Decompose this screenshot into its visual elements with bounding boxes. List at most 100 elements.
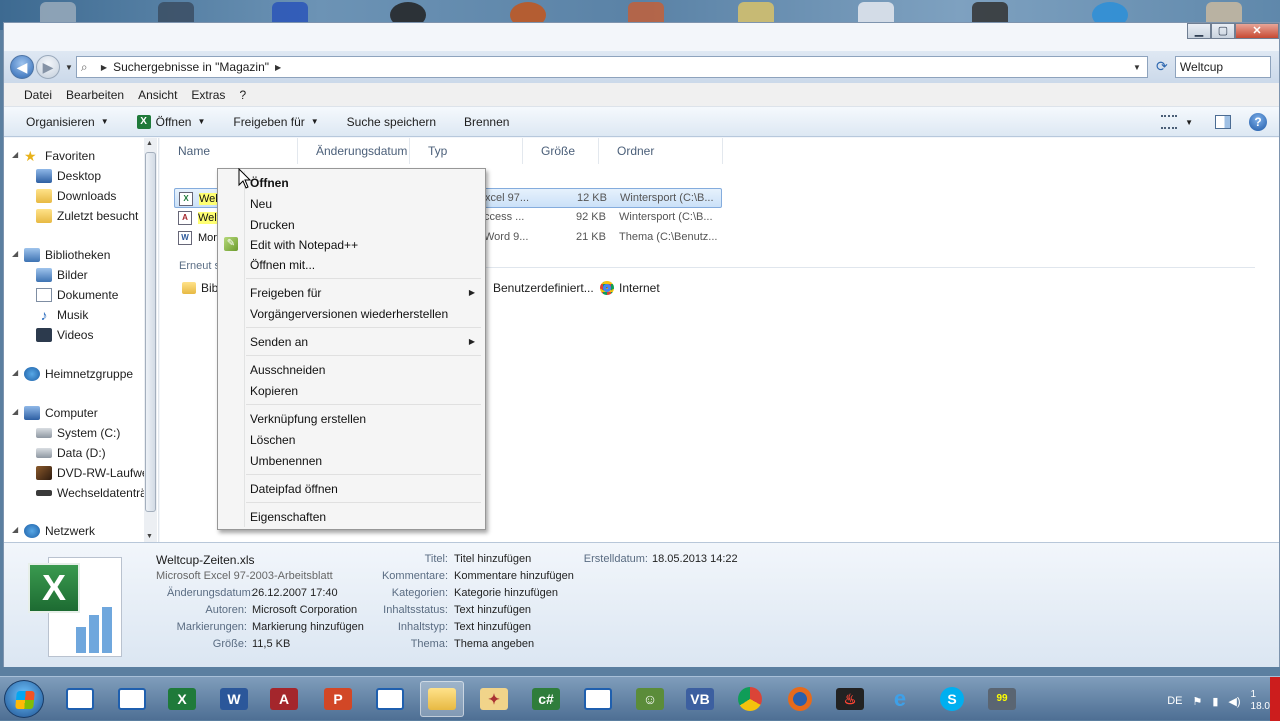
menu-file[interactable]: Datei <box>24 88 52 102</box>
ctx-open-with[interactable]: Öffnen mit... <box>250 258 315 272</box>
network-tray-icon[interactable]: ▮ <box>1212 695 1218 708</box>
taskbar-access[interactable]: A <box>262 681 306 717</box>
taskbar-app[interactable]: 99 <box>980 681 1024 717</box>
help-icon[interactable]: ? <box>1249 113 1267 131</box>
collapse-triangle-icon[interactable]: ◢ <box>12 525 18 534</box>
nav-pictures[interactable]: Bilder <box>36 268 146 282</box>
volume-icon[interactable]: ◀) <box>1228 695 1240 708</box>
details-authors[interactable]: Microsoft Corporation <box>252 604 357 616</box>
chevron-down-icon[interactable]: ▼ <box>1185 118 1193 127</box>
breadcrumb-chevron-icon[interactable]: ▶ <box>275 63 281 72</box>
language-indicator[interactable]: DE <box>1167 695 1182 707</box>
menu-view[interactable]: Ansicht <box>138 88 177 102</box>
taskbar-excel[interactable]: X <box>160 681 204 717</box>
show-desktop-button[interactable] <box>1270 677 1280 721</box>
scroll-up-icon[interactable]: ▲ <box>146 140 153 147</box>
taskbar-skype[interactable]: S <box>930 681 974 717</box>
clock[interactable]: 1 18.0 <box>1251 689 1270 713</box>
ctx-create-shortcut[interactable]: Verknüpfung erstellen <box>250 412 366 426</box>
ctx-new[interactable]: Neu <box>250 197 272 211</box>
scroll-thumb[interactable] <box>145 152 156 512</box>
scroll-down-icon[interactable]: ▼ <box>146 533 153 540</box>
ctx-properties[interactable]: Eigenschaften <box>250 510 326 524</box>
breadcrumb-chevron-icon[interactable]: ▶ <box>101 63 107 72</box>
taskbar-app[interactable]: VB <box>678 681 722 717</box>
nav-desktop[interactable]: Desktop <box>36 169 146 183</box>
ctx-open[interactable]: Öffnen <box>250 176 289 190</box>
taskbar-powerpoint[interactable]: P <box>316 681 360 717</box>
nav-computer[interactable]: Computer <box>24 406 134 420</box>
taskbar-chrome[interactable] <box>728 681 772 717</box>
open-button[interactable]: X Öffnen ▼ <box>136 114 205 129</box>
forward-button[interactable]: ▶ <box>36 55 60 79</box>
address-bar[interactable]: ⌕ ▶ Suchergebnisse in "Magazin" ▶ ▼ <box>75 56 1148 78</box>
nav-system-drive[interactable]: System (C:) <box>36 426 146 440</box>
taskbar-word[interactable]: W <box>212 681 256 717</box>
collapse-triangle-icon[interactable]: ◢ <box>12 150 18 159</box>
breadcrumb-path[interactable]: Suchergebnisse in "Magazin" <box>113 60 269 74</box>
nav-videos[interactable]: Videos <box>36 328 146 342</box>
collapse-triangle-icon[interactable]: ◢ <box>12 249 18 258</box>
nav-recent[interactable]: Zuletzt besucht <box>36 209 146 223</box>
nav-dvd-drive[interactable]: DVD-RW-Laufwe <box>36 466 146 480</box>
ctx-share[interactable]: Freigeben für <box>250 286 321 300</box>
collapse-triangle-icon[interactable]: ◢ <box>12 368 18 377</box>
taskbar-firefox[interactable] <box>778 681 822 717</box>
details-comments[interactable]: Kommentare hinzufügen <box>454 570 574 582</box>
ctx-edit-notepad[interactable]: Edit with Notepad++ <box>250 238 358 252</box>
preview-pane-icon[interactable] <box>1215 115 1231 129</box>
search-again-libraries[interactable]: Bibl <box>182 281 221 295</box>
taskbar-window[interactable] <box>368 681 412 717</box>
nav-documents[interactable]: Dokumente <box>36 288 146 302</box>
column-modified[interactable]: Änderungsdatum <box>298 138 410 164</box>
ctx-cut[interactable]: Ausschneiden <box>250 363 325 377</box>
details-categories[interactable]: Kategorie hinzufügen <box>454 587 558 599</box>
column-size[interactable]: Größe <box>523 138 599 164</box>
ctx-rename[interactable]: Umbenennen <box>250 454 322 468</box>
nav-removable-drive[interactable]: Wechseldatenträ <box>36 486 146 500</box>
details-theme[interactable]: Thema angeben <box>454 638 534 650</box>
collapse-triangle-icon[interactable]: ◢ <box>12 407 18 416</box>
taskbar-app[interactable]: c# <box>524 681 568 717</box>
nav-downloads[interactable]: Downloads <box>36 189 146 203</box>
organize-button[interactable]: Organisieren ▼ <box>26 115 109 129</box>
taskbar-window[interactable] <box>110 681 154 717</box>
details-content-type[interactable]: Text hinzufügen <box>454 621 531 633</box>
taskbar-window[interactable] <box>576 681 620 717</box>
taskbar-ie[interactable]: e <box>878 681 922 717</box>
nav-favorites[interactable]: ★ Favoriten <box>24 149 134 163</box>
nav-music[interactable]: ♪ Musik <box>36 308 146 322</box>
history-dropdown-icon[interactable]: ▼ <box>65 63 73 72</box>
ctx-delete[interactable]: Löschen <box>250 433 295 447</box>
nav-scrollbar[interactable]: ▲ ▼ <box>144 138 157 542</box>
taskbar-app[interactable]: ♨ <box>828 681 872 717</box>
search-again-internet[interactable]: Internet <box>600 281 660 295</box>
refresh-icon[interactable]: ⟳ <box>1151 56 1173 78</box>
close-button[interactable]: ✕ <box>1235 23 1279 39</box>
taskbar-app[interactable]: ✦ <box>472 681 516 717</box>
ctx-restore-versions[interactable]: Vorgängerversionen wiederherstellen <box>250 307 448 321</box>
nav-data-drive[interactable]: Data (D:) <box>36 446 146 460</box>
share-button[interactable]: Freigeben für ▼ <box>233 115 318 129</box>
column-type[interactable]: Typ <box>410 138 523 164</box>
column-name[interactable]: Name <box>160 138 298 164</box>
nav-homegroup[interactable]: Heimnetzgruppe <box>24 367 134 381</box>
menu-edit[interactable]: Bearbeiten <box>66 88 124 102</box>
address-dropdown-icon[interactable]: ▼ <box>1133 63 1141 72</box>
search-input[interactable]: Weltcup <box>1174 56 1271 78</box>
ctx-send-to[interactable]: Senden an <box>250 335 308 349</box>
minimize-button[interactable]: ▁ <box>1187 23 1211 39</box>
nav-libraries[interactable]: Bibliotheken <box>24 248 134 262</box>
ctx-print[interactable]: Drucken <box>250 218 295 232</box>
ctx-open-file-path[interactable]: Dateipfad öffnen <box>250 482 338 496</box>
search-again-custom[interactable]: Benutzerdefiniert... <box>493 281 594 295</box>
menu-help[interactable]: ? <box>239 88 246 102</box>
nav-network[interactable]: Netzwerk <box>24 524 134 538</box>
details-content-status[interactable]: Text hinzufügen <box>454 604 531 616</box>
taskbar-window[interactable] <box>58 681 102 717</box>
action-center-icon[interactable]: ⚑ <box>1192 695 1202 708</box>
burn-button[interactable]: Brennen <box>464 115 509 129</box>
view-options-icon[interactable] <box>1161 115 1178 129</box>
save-search-button[interactable]: Suche speichern <box>347 115 436 129</box>
taskbar-app[interactable]: ☺ <box>628 681 672 717</box>
